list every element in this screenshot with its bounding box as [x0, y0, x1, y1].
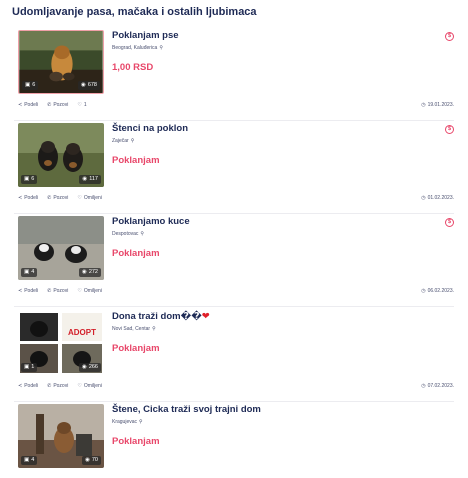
listing-location: Despotovac ⚲: [112, 231, 145, 237]
listing-date: ◷ 06.02.2023.: [421, 288, 454, 294]
eye-icon: ◉: [82, 269, 87, 275]
listing-card[interactable]: ▣ 4 ◉ 70 Štene, Cicka traži svoj trajni do…: [14, 404, 454, 478]
listing-title[interactable]: Štene, Cicka traži svoj trajni dom: [112, 404, 261, 415]
listing-title[interactable]: Štenci na poklon: [112, 123, 188, 134]
favorite-button[interactable]: ♡ Omiljeni: [77, 383, 102, 389]
listing-location: Beograd, Kaluđerica ⚲: [112, 45, 163, 51]
listing-card[interactable]: ▣ 6 ◉ 117 Štenci na poklon Zaječar ⚲ Poklan…: [14, 123, 454, 214]
phone-icon: ✆: [47, 383, 52, 389]
share-icon: ≺: [18, 102, 23, 108]
listing-title[interactable]: Poklanjam pse: [112, 30, 179, 41]
photo-count-badge: ▣ 4: [21, 456, 38, 465]
view-count-badge: ◉ 70: [82, 456, 101, 465]
favorite-button[interactable]: ♡ Omiljeni: [77, 195, 102, 201]
divider: [14, 401, 454, 402]
photo-count-badge: ▣ 4: [21, 268, 38, 277]
listing-location: Zaječar ⚲: [112, 138, 135, 144]
clock-icon: ◷: [421, 102, 426, 108]
phone-icon: ✆: [47, 288, 52, 294]
divider: [14, 306, 454, 307]
share-button[interactable]: ≺ Podeli: [18, 102, 38, 108]
listing-location: Kragujevac ⚲: [112, 419, 143, 425]
listing-date: ◷ 07.02.2023.: [421, 383, 454, 389]
promoted-icon: $: [445, 218, 454, 227]
pin-icon: ⚲: [139, 419, 143, 425]
heart-outline-icon: ♡: [77, 102, 82, 108]
share-icon: ≺: [18, 288, 23, 294]
view-count-badge: ◉ 678: [78, 81, 100, 90]
call-button[interactable]: ✆ Pozovi: [47, 102, 68, 108]
share-button[interactable]: ≺ Podeli: [18, 288, 38, 294]
listing-thumbnail[interactable]: ▣ 6 ◉ 678: [18, 30, 104, 94]
share-icon: ≺: [18, 195, 23, 201]
listing-card[interactable]: ▣ 6 ◉ 678 Poklanjam pse Beograd, Kaluđeric…: [14, 30, 454, 121]
pin-icon: ⚲: [130, 138, 135, 144]
listing-date: ◷ 19.01.2023.: [421, 102, 454, 108]
listing-date: ◷ 01.02.2023.: [421, 195, 454, 201]
listing-location: Novi Sad, Centar ⚲: [112, 326, 156, 332]
photo-count-badge: ▣ 6: [22, 81, 39, 90]
clock-icon: ◷: [421, 288, 426, 294]
camera-icon: ▣: [24, 269, 30, 275]
eye-icon: ◉: [82, 176, 88, 182]
clock-icon: ◷: [421, 383, 426, 389]
heart-outline-icon: ♡: [77, 383, 82, 389]
listing-thumbnail[interactable]: ▣ 4 ◉ 70: [18, 404, 104, 468]
listing-price: Poklanjam: [112, 155, 160, 166]
listing-title[interactable]: Poklanjamo kuce: [112, 216, 190, 227]
listing-price: 1,00 RSD: [112, 62, 154, 73]
listing-price: Poklanjam: [112, 248, 160, 259]
listing-thumbnail[interactable]: ADOPT ▣ 1 ◉ 266: [18, 311, 104, 375]
camera-icon: ▣: [25, 82, 31, 88]
favorite-button[interactable]: ♡ 1: [77, 102, 86, 108]
listing-actions: ≺ Podeli ✆ Pozovi ♡ Omiljeni: [18, 288, 102, 294]
clock-icon: ◷: [421, 195, 426, 201]
phone-icon: ✆: [47, 195, 52, 201]
heart-outline-icon: ♡: [77, 288, 82, 294]
red-heart-icon: ❤: [201, 311, 210, 322]
photo-count-badge: ▣ 6: [21, 175, 38, 184]
adopt-text: ADOPT: [68, 328, 96, 337]
listing-actions: ≺ Podeli ✆ Pozovi ♡ Omiljeni: [18, 195, 102, 201]
divider: [14, 120, 454, 121]
photo-count-badge: ▣ 1: [21, 363, 38, 372]
call-button[interactable]: ✆ Pozovi: [47, 383, 68, 389]
favorite-button[interactable]: ♡ Omiljeni: [77, 288, 102, 294]
listing-price: Poklanjam: [112, 343, 160, 354]
call-button[interactable]: ✆ Pozovi: [47, 195, 68, 201]
listing-card[interactable]: ▣ 4 ◉ 272 Poklanjamo kuce Despotovac ⚲ Pokl…: [14, 216, 454, 307]
view-count-badge: ◉ 117: [79, 175, 101, 184]
share-button[interactable]: ≺ Podeli: [18, 195, 38, 201]
view-count-badge: ◉ 266: [79, 363, 101, 372]
share-button[interactable]: ≺ Podeli: [18, 383, 38, 389]
page-title: Udomljavanje pasa, mačaka i ostalih ljub…: [12, 6, 257, 18]
listing-card[interactable]: ADOPT ▣ 1 ◉ 266 Dona traži dom��❤ Novi Sad…: [14, 311, 454, 402]
camera-icon: ▣: [24, 364, 30, 370]
promoted-icon: $: [445, 32, 454, 41]
listing-price: Poklanjam: [112, 436, 160, 447]
share-icon: ≺: [18, 383, 23, 389]
listing-title[interactable]: Dona traži dom��❤: [112, 311, 210, 322]
call-button[interactable]: ✆ Pozovi: [47, 288, 68, 294]
pin-icon: ⚲: [140, 231, 145, 237]
heart-outline-icon: ♡: [77, 195, 82, 201]
eye-icon: ◉: [85, 457, 90, 463]
listing-thumbnail[interactable]: ▣ 6 ◉ 117: [18, 123, 104, 187]
listing-actions: ≺ Podeli ✆ Pozovi ♡ 1: [18, 102, 87, 108]
camera-icon: ▣: [24, 176, 30, 182]
divider: [14, 213, 454, 214]
view-count-badge: ◉ 272: [79, 268, 101, 277]
listing-actions: ≺ Podeli ✆ Pozovi ♡ Omiljeni: [18, 383, 102, 389]
promoted-icon: $: [445, 125, 454, 134]
pin-icon: ⚲: [152, 326, 156, 332]
eye-icon: ◉: [82, 364, 87, 370]
camera-icon: ▣: [24, 457, 30, 463]
listing-thumbnail[interactable]: ▣ 4 ◉ 272: [18, 216, 104, 280]
pin-icon: ⚲: [159, 45, 163, 51]
eye-icon: ◉: [81, 82, 86, 88]
phone-icon: ✆: [47, 102, 52, 108]
